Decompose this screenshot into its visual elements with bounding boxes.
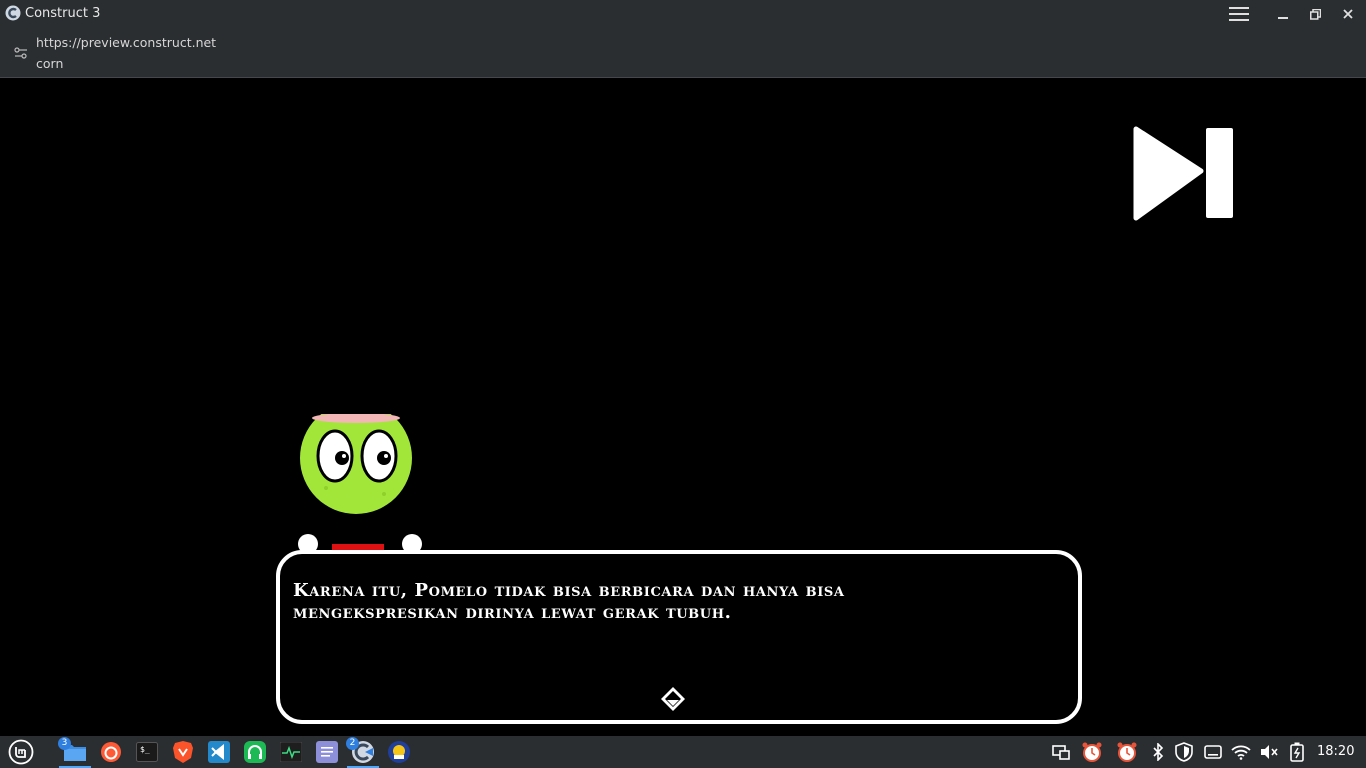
- mint-menu-icon[interactable]: [8, 739, 34, 765]
- firefox-icon[interactable]: [98, 739, 124, 765]
- window-title: Construct 3: [25, 6, 101, 21]
- wifi-icon[interactable]: [1230, 741, 1252, 763]
- page-title: corn: [36, 56, 64, 71]
- continue-arrow-icon[interactable]: [660, 686, 686, 712]
- dialog-text: Karena itu, Pomelo tidak bisa berbicara …: [293, 580, 993, 624]
- bluetooth-icon[interactable]: [1147, 741, 1169, 763]
- minimize-button[interactable]: [1268, 2, 1298, 26]
- close-button[interactable]: [1333, 2, 1363, 26]
- svg-text:$_: $_: [140, 745, 150, 754]
- construct-app-icon: [5, 5, 21, 21]
- window-titlebar: Construct 3: [0, 0, 1366, 28]
- taskbar: 3 $_ 2 18:20: [0, 736, 1366, 768]
- volume-muted-icon[interactable]: [1258, 741, 1280, 763]
- taskbar-clock[interactable]: 18:20: [1317, 744, 1354, 759]
- files-badge: 3: [58, 737, 71, 750]
- construct-3-badge: 2: [346, 737, 359, 750]
- dialog-text-line-1: Karena itu, Pomelo tidak bisa berbicara …: [293, 580, 845, 601]
- skip-button[interactable]: [1130, 126, 1236, 222]
- text-editor-icon[interactable]: [314, 739, 340, 765]
- brave-icon[interactable]: [170, 739, 196, 765]
- pomelo-character: [296, 402, 428, 560]
- kdeconnect-icon[interactable]: [386, 739, 412, 765]
- terminal-icon[interactable]: $_: [134, 739, 160, 765]
- alarm-clock-icon-2[interactable]: [1116, 741, 1138, 763]
- shield-icon[interactable]: [1173, 741, 1195, 763]
- vscode-icon[interactable]: [206, 739, 232, 765]
- game-canvas[interactable]: Karena itu, Pomelo tidak bisa berbicara …: [0, 78, 1366, 736]
- display-icon[interactable]: [1050, 741, 1072, 763]
- dialog-box: Karena itu, Pomelo tidak bisa berbicara …: [276, 550, 1082, 724]
- site-settings-icon[interactable]: [14, 45, 28, 59]
- files-icon[interactable]: 3: [58, 737, 91, 768]
- battery-icon[interactable]: [1286, 741, 1308, 763]
- hamburger-menu-icon[interactable]: [1224, 2, 1254, 26]
- dialog-text-line-2: mengekspresikan dirinya lewat gerak tubu…: [293, 602, 732, 623]
- keyboard-layout-icon[interactable]: [1202, 741, 1224, 763]
- system-monitor-icon[interactable]: [278, 739, 304, 765]
- headset-app-icon[interactable]: [242, 739, 268, 765]
- construct-3-icon[interactable]: 2: [346, 737, 379, 768]
- alarm-clock-icon[interactable]: [1081, 741, 1103, 763]
- maximize-button[interactable]: [1300, 2, 1330, 26]
- url-bar: https://preview.construct.net corn: [0, 28, 1366, 78]
- page-url[interactable]: https://preview.construct.net: [36, 35, 216, 50]
